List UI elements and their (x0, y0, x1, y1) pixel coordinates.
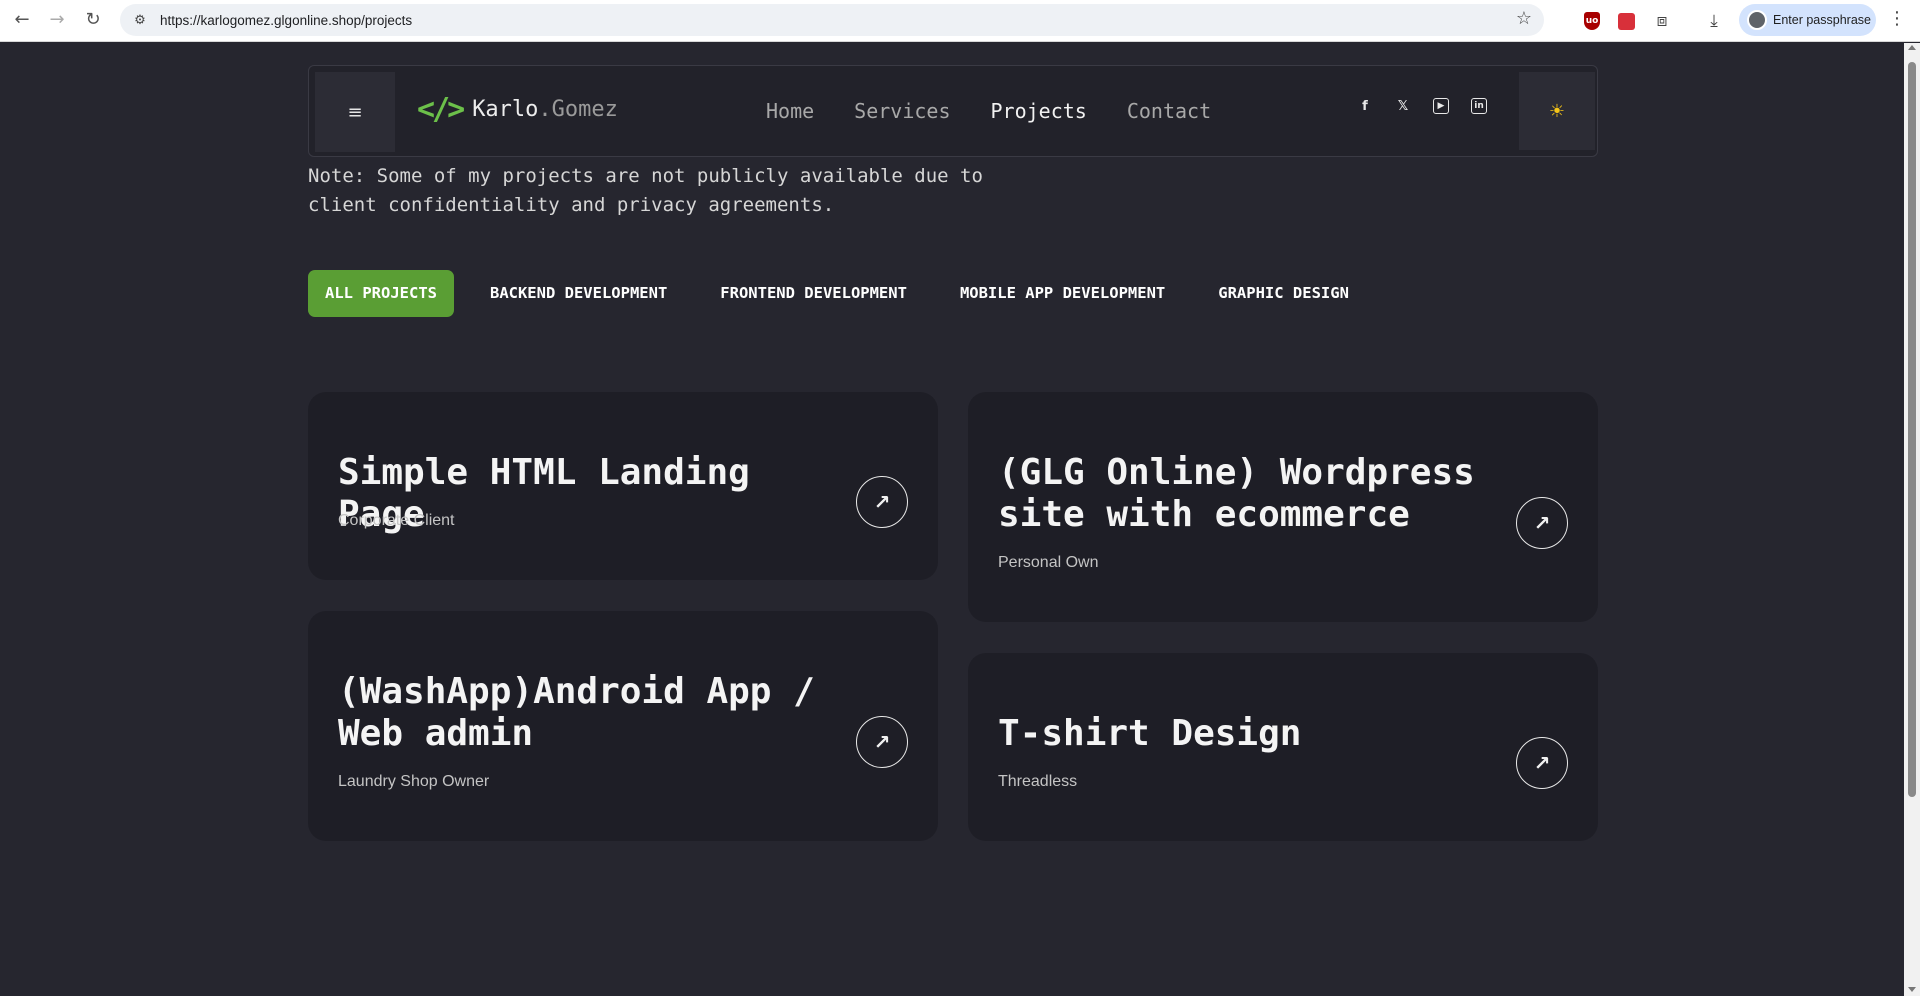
facebook-icon[interactable]: f (1357, 98, 1373, 114)
nav-services[interactable]: Services (854, 99, 950, 123)
filter-graphic-design[interactable]: GRAPHIC DESIGN (1201, 270, 1366, 317)
avatar (1747, 10, 1767, 30)
code-brackets-icon: </> (417, 92, 465, 127)
site-header: ≡ </> Karlo. Gomez Home Services Projects… (308, 65, 1598, 157)
logo-last-name: Gomez (551, 97, 618, 122)
social-links: f 𝕏 ▶ in (1357, 98, 1487, 114)
project-client: Threadless (998, 773, 1078, 790)
project-title: (WashApp)Android App / Web admin (338, 671, 815, 754)
project-client: Personal Own (998, 554, 1099, 571)
arrow-up-right-icon[interactable]: ↗ (1516, 497, 1568, 549)
confidentiality-note: Note: Some of my projects are not public… (308, 165, 983, 216)
logo-dot: . (538, 97, 552, 122)
address-bar[interactable]: ⚙ https://karlogomez.glgonline.shop/proj… (120, 4, 1544, 36)
scrollbar-thumb[interactable] (1908, 62, 1916, 797)
browser-toolbar: ← → ↻ ⚙ https://karlogomez.glgonline.sho… (0, 0, 1920, 42)
project-card[interactable]: T-shirt Design Threadless ↗ (968, 653, 1598, 841)
nav-projects[interactable]: Projects (991, 99, 1087, 123)
sun-icon[interactable]: ☀ (1519, 72, 1595, 150)
youtube-icon[interactable]: ▶ (1433, 98, 1449, 114)
linkedin-icon[interactable]: in (1471, 98, 1487, 114)
project-card[interactable]: (WashApp)Android App / Web admin Laundry… (308, 611, 938, 841)
filter-frontend-development[interactable]: FRONTEND DEVELOPMENT (703, 270, 924, 317)
ublock-extension-icon[interactable]: uo (1578, 7, 1606, 35)
project-card[interactable]: (GLG Online) Wordpress site with ecommer… (968, 392, 1598, 622)
browser-menu-icon[interactable]: ⋮ (1888, 8, 1906, 29)
project-title: (GLG Online) Wordpress site with ecommer… (998, 452, 1475, 535)
project-title: T-shirt Design (998, 713, 1302, 754)
extensions-puzzle-icon[interactable]: ⧈ (1648, 7, 1676, 35)
arrow-up-right-icon[interactable]: ↗ (1516, 737, 1568, 789)
forward-icon[interactable]: → (43, 5, 71, 33)
filter-mobile-app-development[interactable]: MOBILE APP DEVELOPMENT (943, 270, 1182, 317)
bookmark-star-icon[interactable]: ☆ (1516, 8, 1532, 29)
page-scrollbar[interactable] (1904, 43, 1920, 996)
arrow-up-right-icon[interactable]: ↗ (856, 476, 908, 528)
site-logo[interactable]: </> Karlo. Gomez (417, 92, 618, 127)
profile-label: Enter passphrase (1773, 13, 1871, 27)
hamburger-menu-icon[interactable]: ≡ (315, 72, 395, 152)
x-icon[interactable]: 𝕏 (1395, 98, 1411, 114)
filter-backend-development[interactable]: BACKEND DEVELOPMENT (473, 270, 684, 317)
project-client: Laundry Shop Owner (338, 773, 490, 790)
url-text[interactable]: https://karlogomez.glgonline.shop/projec… (160, 13, 412, 28)
site-info-icon[interactable]: ⚙ (124, 4, 156, 36)
reload-icon[interactable]: ↻ (79, 5, 107, 33)
project-client: Corporate Client (338, 512, 455, 529)
filter-all-projects[interactable]: ALL PROJECTS (308, 270, 454, 317)
red-extension-icon[interactable] (1612, 7, 1640, 35)
scroll-up-arrow-icon[interactable] (1908, 45, 1916, 50)
nav-contact[interactable]: Contact (1127, 99, 1211, 123)
project-card[interactable]: Simple HTML Landing Page Corporate Clien… (308, 392, 938, 580)
project-filters: ALL PROJECTS BACKEND DEVELOPMENT FRONTEN… (308, 270, 1385, 317)
arrow-up-right-icon[interactable]: ↗ (856, 716, 908, 768)
profile-button[interactable]: Enter passphrase (1739, 4, 1876, 36)
logo-first-name: Karlo (472, 97, 539, 122)
back-icon[interactable]: ← (8, 5, 36, 33)
main-nav: Home Services Projects Contact (766, 99, 1211, 123)
scroll-down-arrow-icon[interactable] (1908, 987, 1916, 992)
nav-home[interactable]: Home (766, 99, 814, 123)
download-icon[interactable]: ⤓ (1700, 7, 1728, 35)
